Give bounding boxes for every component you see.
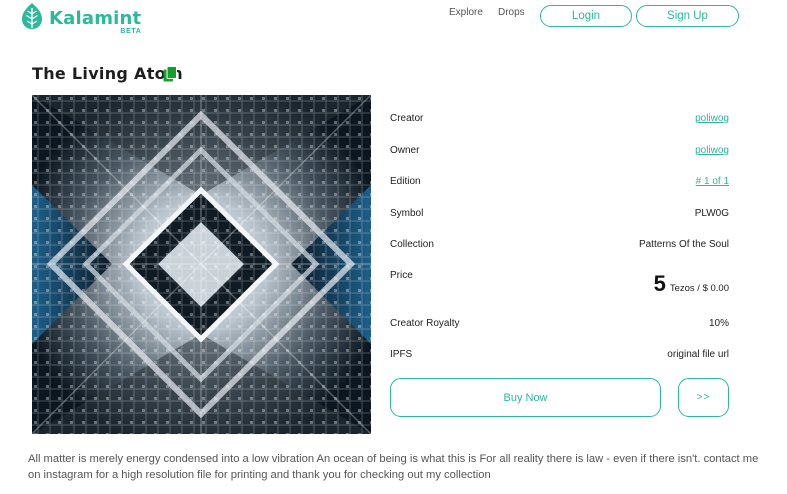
owner-label: Owner (390, 145, 420, 156)
edition-link[interactable]: # 1 of 1 (696, 176, 729, 187)
creator-link[interactable]: poliwog (695, 113, 729, 124)
ipfs-link[interactable]: original file url (667, 349, 729, 360)
symbol-label: Symbol (390, 208, 424, 219)
royalty-label: Creator Royalty (390, 318, 460, 329)
artwork-image (32, 95, 371, 434)
logo-text: Kalamint BETA (49, 8, 142, 36)
price-amount: 5 (653, 271, 666, 296)
next-button[interactable]: >> (678, 378, 729, 417)
symbol-value: PLW0G (694, 208, 729, 219)
price-unit: Tezos / $ 0.00 (669, 283, 729, 294)
token-description: All matter is merely energy condensed in… (28, 453, 759, 481)
nav-drops[interactable]: Drops (498, 7, 525, 18)
edition-label: Edition (390, 176, 421, 187)
collection-label: Collection (390, 239, 434, 250)
login-button[interactable]: Login (540, 5, 632, 27)
beta-badge: BETA (120, 28, 142, 35)
signup-button[interactable]: Sign Up (636, 5, 739, 27)
buy-now-button[interactable]: Buy Now (390, 378, 661, 417)
creator-label: Creator (390, 113, 424, 124)
price-value: 5 Tezos / $ 0.00 (654, 273, 729, 295)
copy-icon[interactable] (163, 66, 177, 82)
nav-explore[interactable]: Explore (449, 7, 483, 18)
price-label: Price (390, 270, 413, 281)
kalamint-logo[interactable]: Kalamint BETA (21, 2, 142, 36)
leaf-logo-icon (22, 3, 42, 29)
page-title: The Living Atom (32, 64, 183, 83)
owner-link[interactable]: poliwog (695, 145, 729, 156)
collection-value: Patterns Of the Soul (638, 239, 729, 250)
ipfs-label: IPFS (390, 349, 413, 360)
brand-name: Kalamint (49, 8, 142, 29)
royalty-value: 10% (708, 318, 729, 329)
